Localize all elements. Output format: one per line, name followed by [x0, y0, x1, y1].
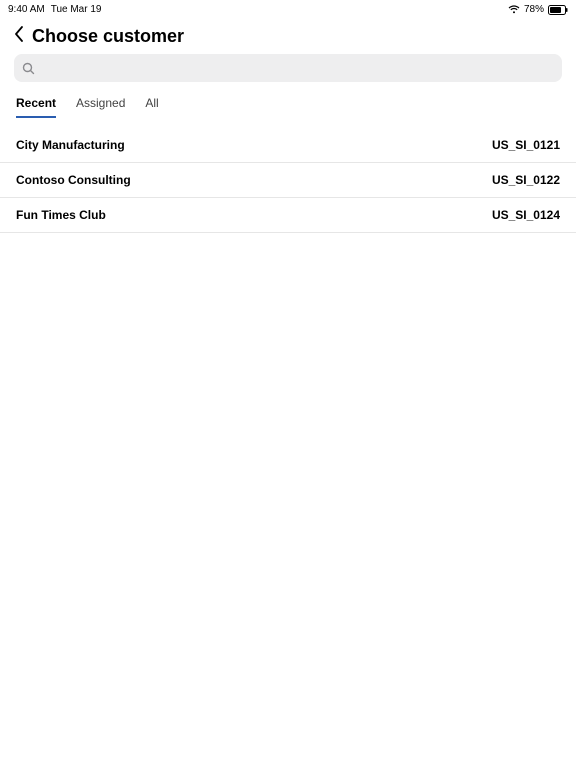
battery-icon [548, 5, 568, 15]
page-title: Choose customer [32, 26, 184, 47]
tabs: Recent Assigned All [0, 90, 576, 118]
customer-name: Fun Times Club [16, 208, 106, 222]
search-field[interactable] [14, 54, 562, 82]
status-bar: 9:40 AM Tue Mar 19 78% [0, 0, 576, 16]
list-item[interactable]: Fun Times Club US_SI_0124 [0, 198, 576, 233]
tab-all[interactable]: All [145, 96, 158, 118]
customer-name: Contoso Consulting [16, 173, 131, 187]
status-battery-pct: 78% [524, 4, 544, 15]
status-date: Tue Mar 19 [51, 4, 102, 15]
customer-name: City Manufacturing [16, 138, 125, 152]
tab-recent[interactable]: Recent [16, 96, 56, 118]
header: Choose customer [0, 16, 576, 54]
chevron-left-icon [14, 26, 24, 47]
search-bar [0, 54, 576, 90]
list-item[interactable]: City Manufacturing US_SI_0121 [0, 128, 576, 163]
tab-assigned[interactable]: Assigned [76, 96, 125, 118]
list-item[interactable]: Contoso Consulting US_SI_0122 [0, 163, 576, 198]
wifi-icon [508, 5, 520, 14]
customer-code: US_SI_0122 [492, 173, 560, 187]
customer-code: US_SI_0121 [492, 138, 560, 152]
customer-code: US_SI_0124 [492, 208, 560, 222]
customer-list: City Manufacturing US_SI_0121 Contoso Co… [0, 128, 576, 233]
status-time: 9:40 AM [8, 4, 45, 15]
back-button[interactable] [10, 24, 28, 48]
search-icon [22, 62, 35, 75]
search-input[interactable] [35, 61, 554, 76]
